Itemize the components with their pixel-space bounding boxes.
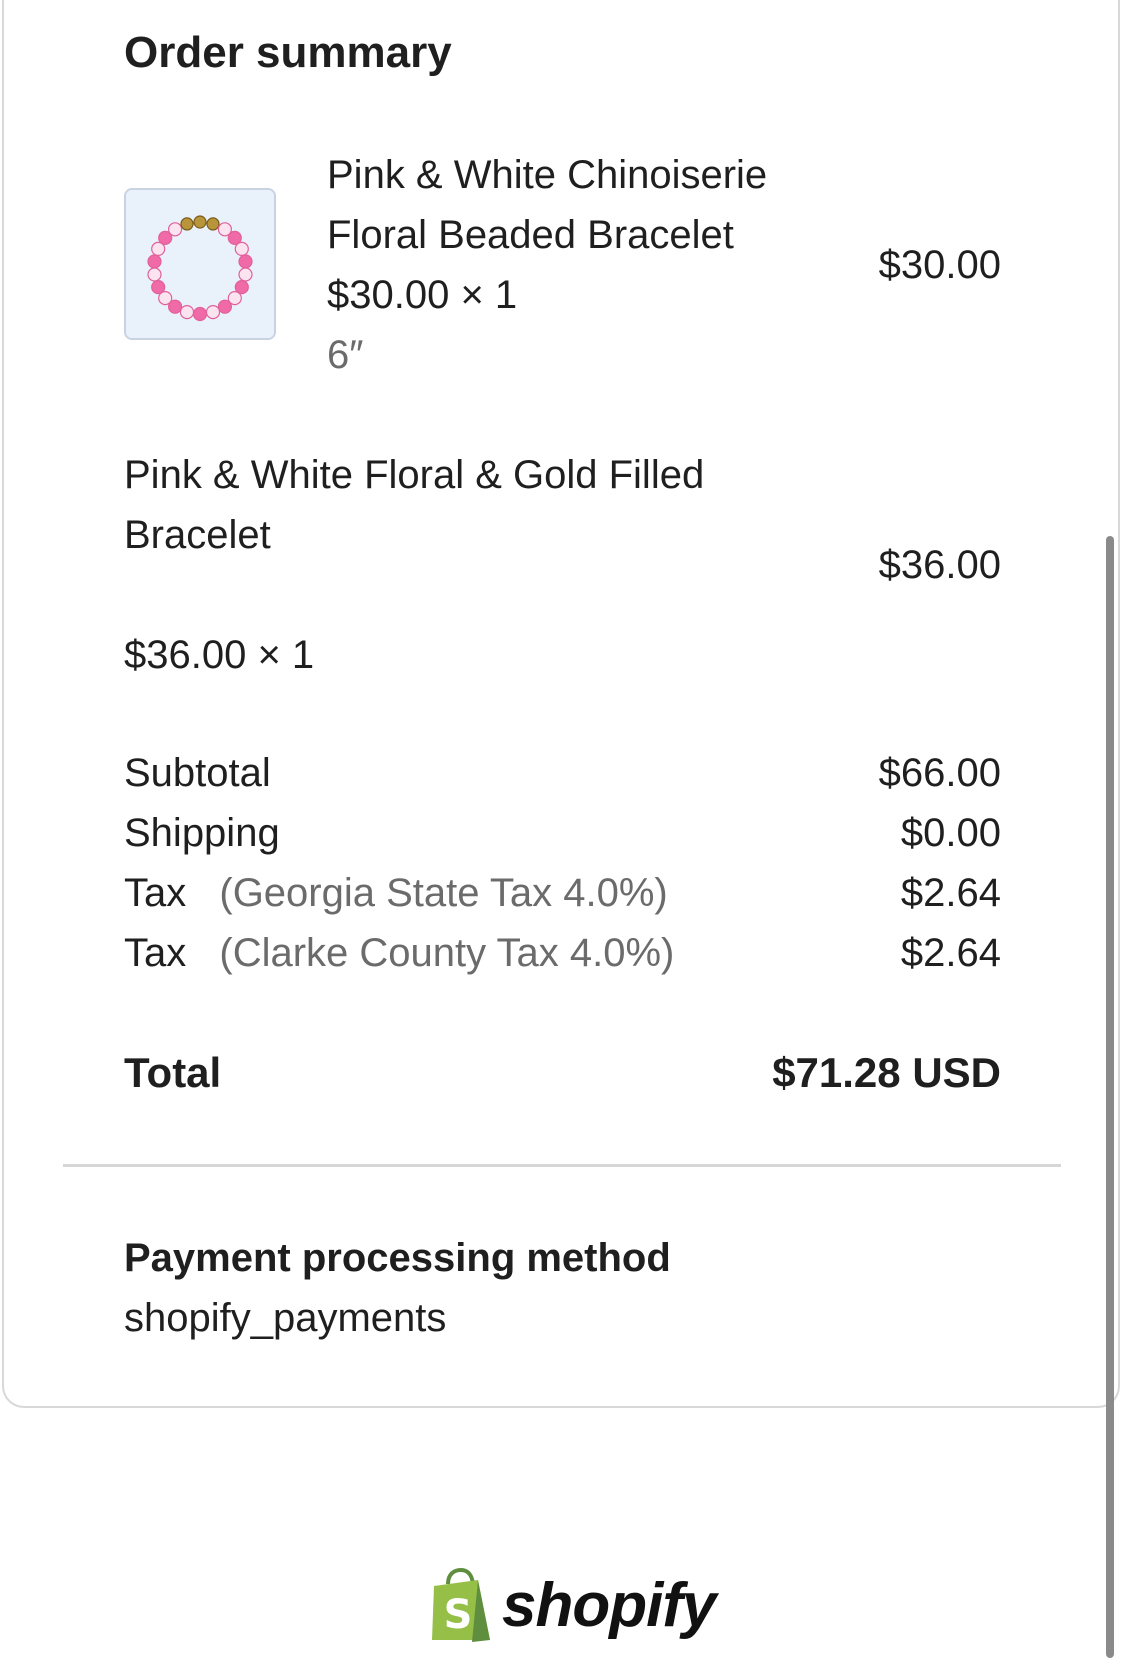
shipping-label: Shipping: [124, 811, 280, 855]
shopify-bag-icon: S: [432, 1568, 490, 1642]
subtotal-value: $66.00: [878, 751, 1001, 795]
pink-bead: [151, 279, 166, 295]
item-1-price: $30.00: [878, 243, 1001, 287]
tax-georgia-label: Tax: [124, 871, 187, 915]
item-1-name-line1: Pink & White Chinoiserie: [327, 153, 768, 197]
total-label: Total: [124, 1049, 222, 1096]
tax-clarke-row: Tax (Clarke County Tax 4.0%): [124, 923, 674, 983]
tax-clarke-detail: (Clarke County Tax 4.0%): [219, 931, 675, 975]
pink-bead: [238, 267, 253, 282]
tax-clarke-label: Tax: [124, 931, 187, 975]
shopify-wordmark: shopify: [502, 1571, 716, 1640]
bracelet-image-icon: [126, 190, 274, 338]
pink-bead: [217, 299, 233, 314]
gold-bead: [193, 215, 207, 229]
pink-bead: [205, 304, 221, 320]
svg-text:S: S: [444, 1592, 473, 1638]
shopify-brand[interactable]: S shopify: [428, 1566, 716, 1646]
item-2-price: $36.00: [878, 543, 1001, 587]
order-summary-title: Order summary: [124, 28, 452, 77]
payment-method-value: shopify_payments: [124, 1296, 447, 1340]
pink-bead: [179, 304, 195, 320]
item-2-name-line2: Bracelet: [124, 513, 271, 557]
tax-georgia-value: $2.64: [900, 871, 1001, 915]
pink-bead: [167, 222, 183, 237]
item-1-variant: 6″: [327, 333, 364, 377]
total-value: $71.28 USD: [772, 1049, 1001, 1096]
pink-bead: [234, 241, 249, 257]
shipping-value: $0.00: [900, 811, 1001, 855]
gold-bead: [206, 217, 220, 231]
item-1-name-line2: Floral Beaded Bracelet: [327, 213, 734, 257]
pink-bead: [147, 267, 162, 282]
pink-bead: [192, 306, 208, 322]
subtotal-label: Subtotal: [124, 751, 271, 795]
pink-bead: [147, 254, 162, 269]
tax-clarke-value: $2.64: [900, 931, 1001, 975]
item-2-unit-qty: $36.00 × 1: [124, 633, 315, 677]
payment-method-label: Payment processing method: [124, 1236, 671, 1280]
section-divider: [63, 1164, 1061, 1167]
pink-bead: [238, 254, 253, 269]
page-scrollbar[interactable]: [1106, 536, 1114, 1658]
item-1-unit-qty: $30.00 × 1: [327, 273, 518, 317]
item-2-name-line1: Pink & White Floral & Gold Filled: [124, 453, 705, 497]
tax-georgia-row: Tax (Georgia State Tax 4.0%): [124, 863, 668, 923]
product-thumbnail: [124, 188, 276, 340]
tax-georgia-detail: (Georgia State Tax 4.0%): [219, 871, 668, 915]
gold-bead: [180, 217, 194, 231]
